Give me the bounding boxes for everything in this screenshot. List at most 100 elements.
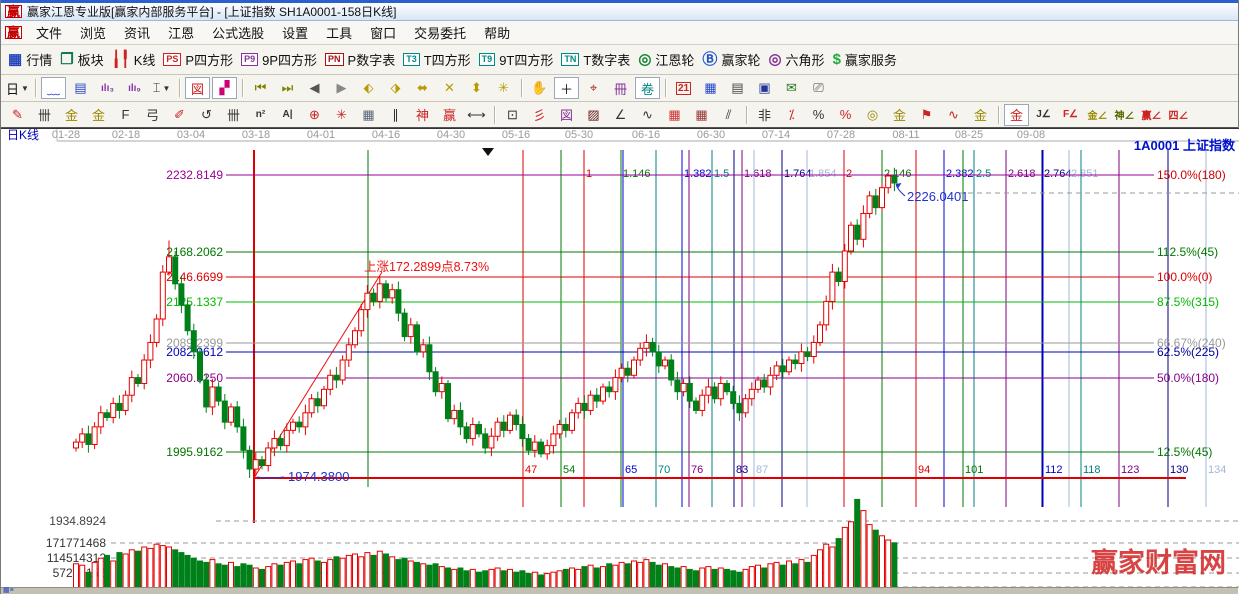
menu-item-0[interactable]: 文件 xyxy=(27,24,71,43)
draw-shen-angle-button[interactable]: 神∠ xyxy=(1112,104,1137,126)
view-purple-tool-button[interactable]: 冊 xyxy=(608,77,633,99)
view-trend-pattern-button[interactable]: ﹏ xyxy=(41,77,66,99)
view-crosshair-tool-button[interactable]: ＋ xyxy=(554,77,579,99)
view-expand-h-button[interactable]: ⬌ xyxy=(410,77,435,99)
menu-item-7[interactable]: 窗口 xyxy=(361,24,405,43)
draw-f-ruler-button[interactable]: F xyxy=(113,104,138,126)
view-remote-pc-button[interactable]: ⎚ xyxy=(806,77,831,99)
toolbar-item-p-number-table[interactable]: PNP数字表 xyxy=(325,50,395,69)
draw-j-angle-button[interactable]: J∠ xyxy=(1031,104,1056,126)
toolbar-item-t-number-table[interactable]: TNT数字表 xyxy=(561,50,630,69)
draw-percent-button[interactable]: % xyxy=(806,104,831,126)
toolbar-item-9t-square[interactable]: T99T四方形 xyxy=(479,50,554,69)
draw-coil-ruler-button[interactable]: 弓 xyxy=(140,104,165,126)
toolbar-item-quotes[interactable]: ▦行情 xyxy=(8,50,52,69)
toolbar-item-sectors[interactable]: ❒板块 xyxy=(60,50,103,69)
draw-gold-lines-button[interactable]: 金 xyxy=(887,104,912,126)
toolbar-item-winner-wheel[interactable]: Ⓑ赢家轮 xyxy=(702,50,760,69)
view-info-doc-button[interactable]: ▤ xyxy=(68,77,93,99)
draw-slash-lines-button[interactable]: ⫽ xyxy=(716,104,741,126)
draw-gold-ruler-1-button[interactable]: 金 xyxy=(59,104,84,126)
toolbar-item-gann-wheel[interactable]: ◎江恩轮 xyxy=(638,50,694,69)
draw-gold-ruler-2-button[interactable]: 金 xyxy=(86,104,111,126)
draw-pencil-red-button[interactable]: ✎ xyxy=(5,104,30,126)
view-calendar-21-button[interactable]: 21 xyxy=(671,77,696,99)
draw-n2-ruler-button[interactable]: n² xyxy=(248,104,273,126)
menu-item-1[interactable]: 浏览 xyxy=(71,24,115,43)
view-hand-tool-button[interactable]: ✋ xyxy=(527,77,552,99)
menu-item-9[interactable]: 帮助 xyxy=(475,24,519,43)
view-zoom-pointer-button[interactable]: ⌖ xyxy=(581,77,606,99)
draw-arrow-ruler-button[interactable]: ⟷ xyxy=(464,104,489,126)
view-period-day-button[interactable]: 日▼ xyxy=(5,77,30,99)
toolbar-item-t-square[interactable]: T3T四方形 xyxy=(403,50,470,69)
draw-angle-lines-button[interactable]: ∠ xyxy=(608,104,633,126)
draw-scale-tool-button[interactable]: 非 xyxy=(752,104,777,126)
draw-fan-red-button[interactable]: 彡 xyxy=(527,104,552,126)
draw-tick-ruler-button[interactable]: 卌 xyxy=(32,104,57,126)
draw-gold-angle-button[interactable]: 金∠ xyxy=(1085,104,1110,126)
view-expand-all-button[interactable]: ✳ xyxy=(491,77,516,99)
draw-wave-red-button[interactable]: ∿ xyxy=(941,104,966,126)
view-brain-tool-button[interactable]: 卷 xyxy=(635,77,660,99)
view-red-lattice-button[interactable]: 図 xyxy=(185,77,210,99)
draw-star-web-red-button[interactable]: ✳ xyxy=(329,104,354,126)
view-prev-page-button[interactable]: ◀ xyxy=(302,77,327,99)
draw-fan-box-dark-button[interactable]: ▨ xyxy=(581,104,606,126)
draw-wave-check-button[interactable]: ∿ xyxy=(635,104,660,126)
draw-pencil-red-2-button[interactable]: ✐ xyxy=(167,104,192,126)
view-pan-right-button[interactable]: ⬗ xyxy=(383,77,408,99)
view-save-floppy-button[interactable]: ▣ xyxy=(752,77,777,99)
draw-mirror-a-button[interactable]: A| xyxy=(275,104,300,126)
view-calculator-button[interactable]: ▦ xyxy=(698,77,723,99)
toolbar-item-p-square[interactable]: PSP四方形 xyxy=(163,50,233,69)
view-expand-v-button[interactable]: ⬍ xyxy=(464,77,489,99)
view-bars-3-button[interactable]: ılı₃ xyxy=(95,77,120,99)
draw-shen-ruler-button[interactable]: 神 xyxy=(410,104,435,126)
view-first-page-button[interactable]: ⏮ xyxy=(248,77,273,99)
draw-grid-red-2-button[interactable]: ▦ xyxy=(689,104,714,126)
draw-box-frame-button[interactable]: ⊡ xyxy=(500,104,525,126)
menu-item-8[interactable]: 交易委托 xyxy=(405,24,475,43)
view-next-page-button[interactable]: ▶ xyxy=(329,77,354,99)
draw-win-ruler-button[interactable]: 赢 xyxy=(437,104,462,126)
menu-item-5[interactable]: 设置 xyxy=(273,24,317,43)
draw-f-angle-button[interactable]: F∠ xyxy=(1058,104,1083,126)
menu-item-3[interactable]: 江恩 xyxy=(159,24,203,43)
toolbar-item-kline[interactable]: ╽╿K线 xyxy=(112,50,156,69)
draw-percent-line-red-button[interactable]: % xyxy=(833,104,858,126)
draw-circle-gold-button[interactable]: ◎ xyxy=(860,104,885,126)
draw-grid-red-button[interactable]: ▦ xyxy=(662,104,687,126)
time-ratio-label: 2.851 xyxy=(1071,168,1099,180)
draw-gold-red-line-button[interactable]: 金 xyxy=(968,104,993,126)
draw-circle-cross-red-button[interactable]: ⊕ xyxy=(302,104,327,126)
kline-chart-area[interactable]: 01-2802-1803-0403-1804-0104-1604-3005-16… xyxy=(1,128,1239,594)
toolbar-item-hexagon[interactable]: ◎六角形 xyxy=(768,50,824,69)
draw-double-bars-button[interactable]: ∥ xyxy=(383,104,408,126)
draw-pencil-flag-button[interactable]: ⚑ xyxy=(914,104,939,126)
draw-tick-ruler-2-button[interactable]: 卌 xyxy=(221,104,246,126)
view-publish-mail-button[interactable]: ✉ xyxy=(779,77,804,99)
view-last-page-button[interactable]: ⏭ xyxy=(275,77,300,99)
draw-fan-box-purple-button[interactable]: 図 xyxy=(554,104,579,126)
kline-chart-svg[interactable]: 01-2802-1803-0403-1804-0104-1604-3005-16… xyxy=(1,128,1239,594)
view-color-histogram-button[interactable]: ▞ xyxy=(212,77,237,99)
draw-cycle-circle-button[interactable]: ↺ xyxy=(194,104,219,126)
view-bars-9-button[interactable]: ılı₉ xyxy=(122,77,147,99)
draw-win-angle-button[interactable]: 赢∠ xyxy=(1139,104,1164,126)
bar-count-label: 87 xyxy=(756,464,768,476)
draw-web-square-button[interactable]: ▦ xyxy=(356,104,381,126)
view-pan-left-button[interactable]: ⬖ xyxy=(356,77,381,99)
view-candle-style-button[interactable]: ⌶▼ xyxy=(149,77,174,99)
draw-four-angle-button[interactable]: 四∠ xyxy=(1166,104,1191,126)
draw-gold-active-button[interactable]: 金 xyxy=(1004,104,1029,126)
draw-percent-slash-red-button[interactable]: ⁒ xyxy=(779,104,804,126)
menu-item-2[interactable]: 资讯 xyxy=(115,24,159,43)
toolbar-item-9p-square[interactable]: P99P四方形 xyxy=(241,50,317,69)
view-notepad-button[interactable]: ▤ xyxy=(725,77,750,99)
menu-item-4[interactable]: 公式选股 xyxy=(203,24,273,43)
menu-item-6[interactable]: 工具 xyxy=(317,24,361,43)
title-bar[interactable]: 赢 赢家江恩专业版[赢家内部服务平台] - [上证指数 SH1A0001-158… xyxy=(1,0,1238,21)
toolbar-item-winner-service[interactable]: $赢家服务 xyxy=(833,50,897,69)
view-compress-button[interactable]: ✕ xyxy=(437,77,462,99)
